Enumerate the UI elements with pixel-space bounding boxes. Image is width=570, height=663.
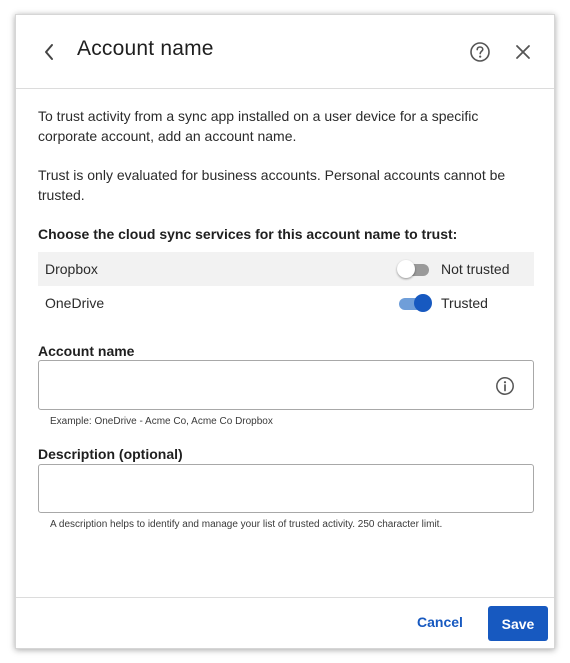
close-icon — [516, 45, 530, 59]
cancel-button[interactable]: Cancel — [417, 614, 463, 630]
back-button[interactable] — [38, 40, 60, 64]
description-label: Description (optional) — [38, 446, 183, 462]
save-button[interactable]: Save — [488, 606, 548, 641]
dialog-title: Account name — [77, 37, 214, 60]
account-name-field-wrapper — [38, 360, 534, 410]
chevron-left-icon — [45, 44, 53, 60]
service-row-onedrive: OneDrive Trusted — [38, 286, 534, 320]
service-name: OneDrive — [45, 295, 105, 311]
account-name-hint: Example: OneDrive - Acme Co, Acme Co Dro… — [50, 416, 273, 427]
dropbox-trust-toggle[interactable] — [397, 260, 430, 278]
account-name-dialog: Account name To trust activity from a sy… — [15, 14, 555, 649]
description-hint: A description helps to identify and mana… — [50, 519, 443, 530]
info-circle-icon[interactable] — [495, 376, 515, 396]
service-row-dropbox: Dropbox Not trusted — [38, 252, 534, 286]
close-button[interactable] — [513, 42, 533, 62]
account-name-label: Account name — [38, 343, 135, 359]
onedrive-trust-toggle[interactable] — [397, 294, 432, 312]
question-circle-icon — [470, 42, 490, 62]
account-name-input[interactable] — [39, 361, 479, 409]
trust-note-paragraph: Trust is only evaluated for business acc… — [38, 167, 506, 203]
toggle-knob — [414, 294, 432, 312]
dialog-footer: Cancel Save — [16, 597, 554, 650]
service-status: Not trusted — [441, 261, 510, 277]
service-status: Trusted — [441, 295, 488, 311]
help-button[interactable] — [469, 41, 491, 63]
description-input[interactable] — [39, 465, 479, 512]
intro-paragraph: To trust activity from a sync app instal… — [38, 108, 479, 144]
services-heading: Choose the cloud sync services for this … — [38, 226, 458, 242]
toggle-knob — [397, 260, 415, 278]
service-name: Dropbox — [45, 261, 98, 277]
description-field-wrapper — [38, 464, 534, 513]
dialog-header: Account name — [16, 15, 554, 89]
